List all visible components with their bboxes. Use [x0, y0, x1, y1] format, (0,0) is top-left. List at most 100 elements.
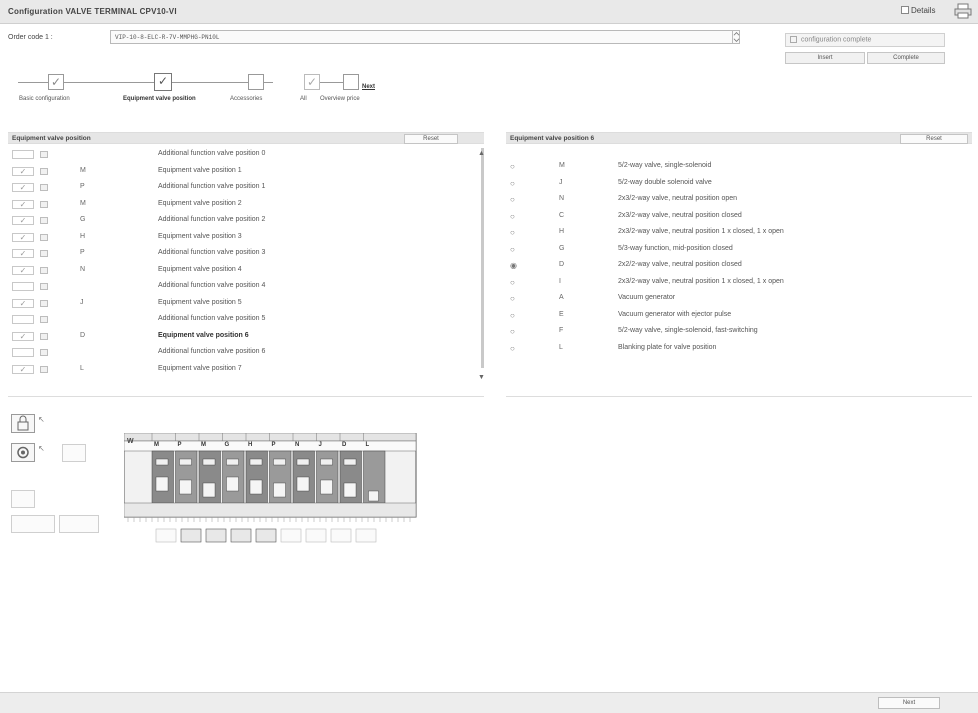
wizard-step-basic-configuration[interactable]: ✓ — [48, 74, 64, 90]
module-tool-icon[interactable] — [62, 444, 86, 462]
insert-button[interactable]: Insert — [785, 52, 865, 64]
accessory-slot-button[interactable] — [330, 528, 352, 543]
valve-option-row[interactable]: ○ F 5/2-way valve, single-solenoid, fast-s… — [506, 325, 976, 338]
radio-icon[interactable]: ○ — [510, 195, 515, 204]
wizard-next-link[interactable]: Next — [362, 84, 375, 90]
row-checkbox[interactable]: ✓ — [12, 183, 34, 192]
row-checkbox[interactable]: ✓ — [12, 265, 34, 275]
row-checkbox[interactable] — [12, 150, 34, 159]
radio-icon[interactable]: ○ — [510, 344, 515, 353]
left-list-scrollbar[interactable] — [481, 148, 484, 368]
valve-position-row[interactable]: ✓ P Additional function valve position 1 — [8, 181, 478, 194]
valve-position-row[interactable]: Additional function valve position 0 — [8, 148, 478, 161]
valve-option-label: 5/2-way valve, single-solenoid, fast-swi… — [618, 327, 758, 334]
details-checkbox[interactable] — [901, 6, 909, 14]
print-icon[interactable] — [954, 3, 972, 19]
valve-option-row[interactable]: ○ L Blanking plate for valve position — [506, 342, 976, 355]
row-checkbox[interactable]: ✓ — [12, 199, 34, 209]
valve-position-row[interactable]: ✓ N Equipment valve position 4 — [8, 264, 478, 277]
valve-position-row[interactable]: ✓ M Equipment valve position 1 — [8, 165, 478, 178]
lock-tool-icon[interactable] — [11, 414, 35, 433]
diagram-slot-letter: P — [271, 442, 276, 448]
next-button[interactable]: Next — [878, 697, 940, 709]
valve-code: H — [80, 232, 86, 240]
gear-tool-icon[interactable] — [11, 443, 35, 462]
row-checkbox[interactable]: ✓ — [12, 331, 34, 341]
wizard-step-label: Equipment valve position — [123, 96, 196, 102]
diagram-slot-letter: P — [177, 442, 182, 448]
right-reset-button[interactable]: Reset — [900, 134, 968, 144]
accessory-slot-button[interactable] — [205, 528, 227, 543]
order-code-dropdown-icon[interactable] — [732, 31, 740, 43]
radio-icon[interactable]: ○ — [510, 311, 515, 320]
valve-position-row[interactable]: Additional function valve position 5 — [8, 313, 478, 326]
row-checkbox[interactable]: ✓ — [12, 216, 34, 225]
valve-position-row[interactable]: ✓ M Equipment valve position 2 — [8, 198, 478, 211]
row-checkbox[interactable] — [12, 348, 34, 357]
radio-icon[interactable]: ○ — [510, 327, 515, 336]
radio-icon[interactable]: ○ — [510, 294, 515, 303]
valve-option-row[interactable]: ○ I 2x3/2-way valve, neutral position 1 x … — [506, 276, 976, 289]
order-code-field[interactable]: VIP-10-8-ELC-R-7V-MMPHG-PN10L — [110, 30, 740, 44]
valve-position-row[interactable]: ✓ G Additional function valve position 2 — [8, 214, 478, 227]
radio-icon[interactable]: ○ — [510, 245, 515, 254]
valve-option-row[interactable]: ○ M 5/2-way valve, single-solenoid — [506, 160, 976, 173]
valve-position-row[interactable]: Additional function valve position 6 — [8, 346, 478, 359]
valve-slot[interactable] — [175, 450, 198, 504]
valve-option-row[interactable]: ○ G 5/3-way function, mid-position closed — [506, 243, 976, 256]
accessory-slot-button[interactable] — [305, 528, 327, 543]
wizard-step-accessories[interactable] — [248, 74, 264, 90]
wizard-step-overview-price[interactable] — [343, 74, 359, 90]
row-checkbox[interactable]: ✓ — [12, 249, 34, 258]
valve-position-row[interactable]: ✓ D Equipment valve position 6 — [8, 330, 478, 343]
row-checkbox[interactable]: ✓ — [12, 298, 34, 308]
scroll-down-icon[interactable]: ▼ — [478, 374, 485, 381]
connector-tool-icon[interactable] — [11, 515, 55, 533]
valve-symbol-icon — [202, 482, 216, 498]
row-checkbox[interactable]: ✓ — [12, 166, 34, 176]
row-checkbox[interactable] — [12, 315, 34, 324]
accessory-slot-button[interactable] — [280, 528, 302, 543]
valve-option-row[interactable]: ○ N 2x3/2-way valve, neutral position open — [506, 193, 976, 206]
valve-option-row[interactable]: ○ H 2x3/2-way valve, neutral position 1 x … — [506, 226, 976, 239]
left-reset-button[interactable]: Reset — [404, 134, 458, 144]
accessory-slot-button[interactable] — [255, 528, 277, 543]
radio-icon[interactable]: ○ — [510, 228, 515, 237]
valve-slot[interactable] — [316, 450, 339, 504]
radio-icon[interactable]: ○ — [510, 278, 515, 287]
valve-option-row[interactable]: ○ C 2x3/2-way valve, neutral position clos… — [506, 210, 976, 223]
wizard-step-equipment-valve-position[interactable]: ✓ — [154, 73, 172, 91]
wizard-step-all[interactable]: ✓ — [304, 74, 320, 90]
scroll-up-icon[interactable]: ▲ — [478, 150, 485, 157]
accessory-slot-button[interactable] — [155, 528, 177, 543]
split-tool-icon[interactable] — [59, 515, 99, 533]
valve-icon — [40, 217, 48, 224]
row-checkbox[interactable]: ✓ — [12, 364, 34, 374]
valve-option-code: A — [559, 294, 564, 301]
valve-option-row[interactable]: ○ A Vacuum generator — [506, 292, 976, 305]
valve-position-row[interactable]: Additional function valve position 4 — [8, 280, 478, 293]
valve-option-code: H — [559, 228, 565, 235]
valve-option-row[interactable]: ◉ D 2x2/2-way valve, neutral position clos… — [506, 259, 976, 272]
valve-slot[interactable] — [245, 450, 268, 504]
accessory-slot-button[interactable] — [355, 528, 377, 543]
radio-icon[interactable]: ○ — [510, 162, 515, 171]
complete-button[interactable]: Complete — [867, 52, 945, 64]
valve-position-row[interactable]: ✓ J Equipment valve position 5 — [8, 297, 478, 310]
accessory-slot-button[interactable] — [180, 528, 202, 543]
accessory-slot-button[interactable] — [230, 528, 252, 543]
valve-position-row[interactable]: ✓ L Equipment valve position 7 — [8, 363, 478, 376]
valve-position-label: Equipment valve position 6 — [158, 331, 249, 339]
radio-selected-icon[interactable]: ◉ — [510, 261, 517, 270]
diagram-header-letter: W — [127, 438, 134, 445]
valve-position-row[interactable]: ✓ H Equipment valve position 3 — [8, 231, 478, 244]
valve-position-row[interactable]: ✓ P Additional function valve position 3 — [8, 247, 478, 260]
radio-icon[interactable]: ○ — [510, 179, 515, 188]
valve-option-row[interactable]: ○ J 5/2-way double solenoid valve — [506, 177, 976, 190]
radio-icon[interactable]: ○ — [510, 212, 515, 221]
row-checkbox[interactable]: ✓ — [12, 232, 34, 242]
valve-option-row[interactable]: ○ E Vacuum generator with ejector pulse — [506, 309, 976, 322]
row-checkbox[interactable] — [12, 282, 34, 291]
checkmark-icon: ✓ — [306, 75, 318, 89]
plate-tool-icon[interactable] — [11, 490, 35, 508]
